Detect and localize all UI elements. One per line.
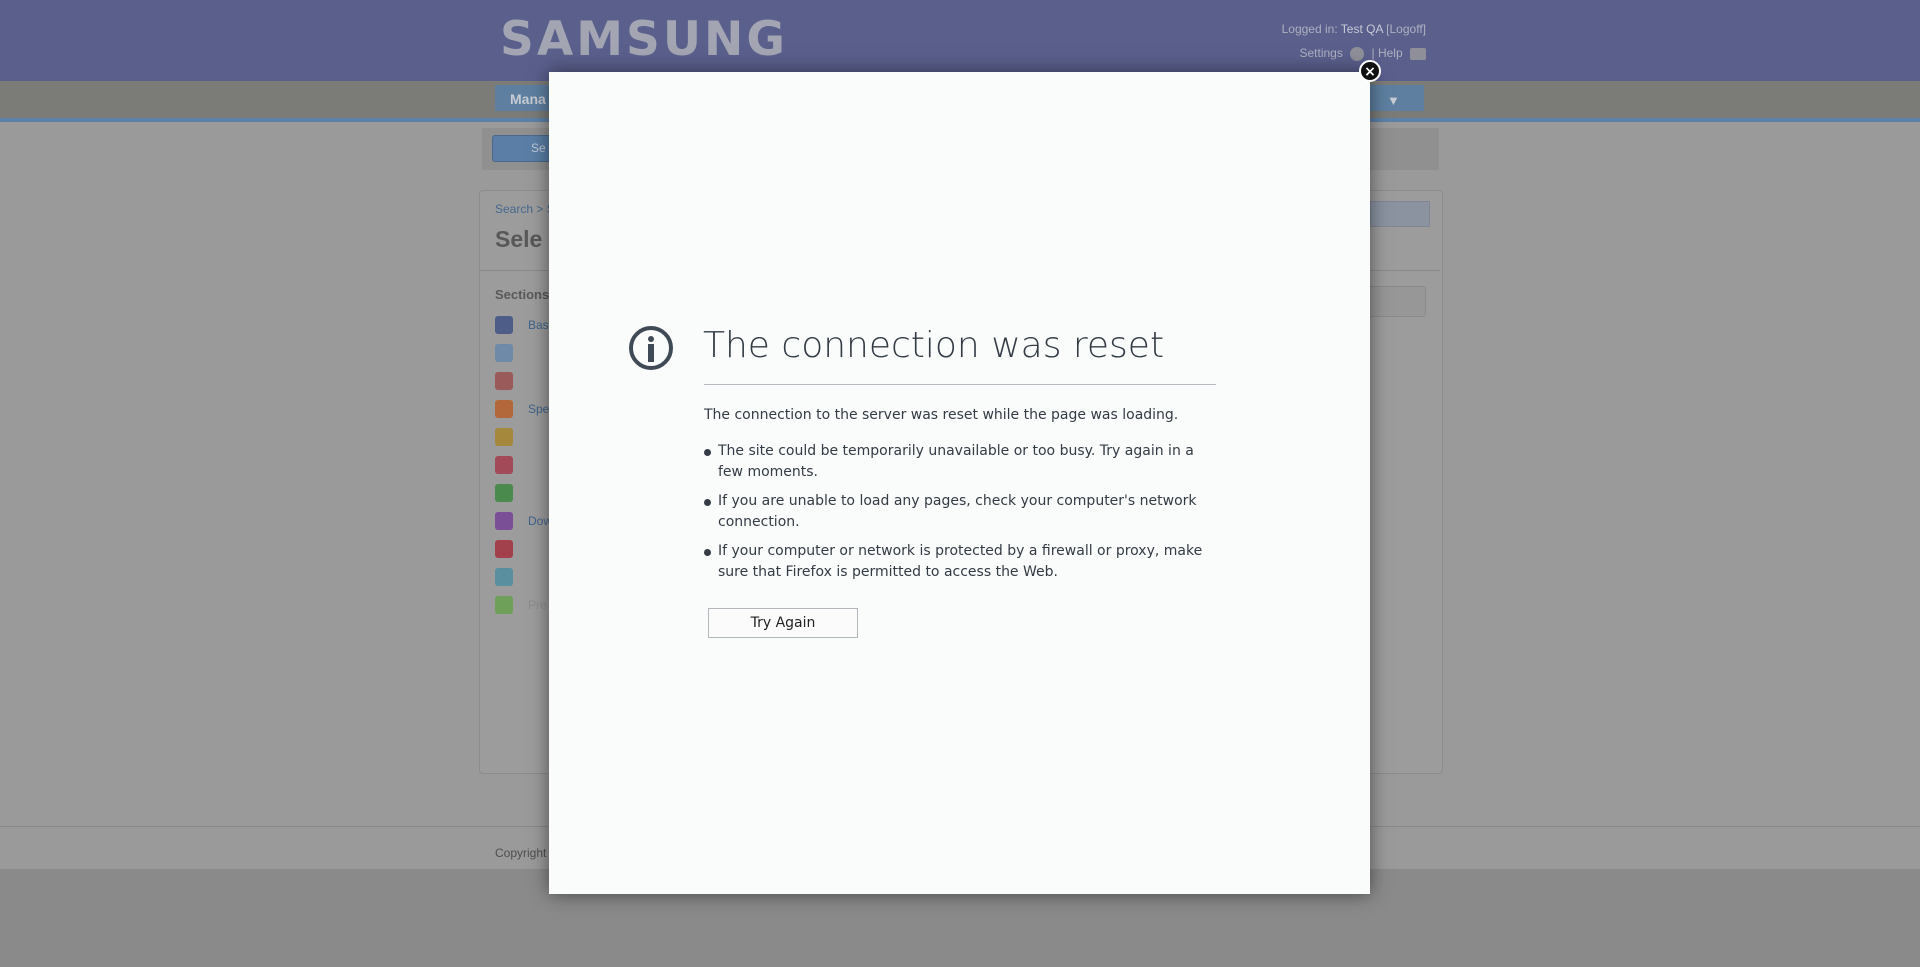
- help-icon[interactable]: [1410, 47, 1426, 60]
- page-title: Sele: [495, 226, 543, 252]
- section-label: Bas: [528, 318, 549, 332]
- section-icon: [495, 456, 513, 474]
- suggestion-item: If your computer or network is protected…: [704, 541, 1216, 583]
- chevron-down-icon: ▼: [1387, 93, 1400, 108]
- suggestion-item: The site could be temporarily unavailabl…: [704, 441, 1216, 483]
- error-description: The connection to the server was reset w…: [704, 407, 1179, 423]
- section-icon: [495, 372, 513, 390]
- settings-link[interactable]: Settings: [1299, 46, 1342, 60]
- view-select[interactable]: [1370, 201, 1430, 227]
- section-icon: [495, 316, 513, 334]
- help-link[interactable]: Help: [1378, 46, 1403, 60]
- samsung-logo: SAMSUNG: [500, 12, 788, 67]
- section-icon: [495, 344, 513, 362]
- title-divider: [704, 384, 1216, 385]
- section-icon: [495, 428, 513, 446]
- suggestion-item: If you are unable to load any pages, che…: [704, 491, 1216, 533]
- try-again-button[interactable]: Try Again: [708, 608, 858, 638]
- site-header: SAMSUNG Logged in: Test QA [Logoff] Sett…: [0, 0, 1920, 81]
- export-dropdown[interactable]: [1362, 286, 1426, 317]
- close-icon[interactable]: ×: [1359, 60, 1381, 82]
- section-icon: [495, 540, 513, 558]
- section-label: Pre: [528, 598, 547, 612]
- breadcrumb[interactable]: Search > S: [495, 202, 555, 216]
- error-title: The connection was reset: [703, 325, 1165, 366]
- logoff-link[interactable]: Logoff: [1390, 22, 1423, 36]
- gear-icon[interactable]: [1350, 46, 1365, 61]
- sections-label: Sections: [495, 287, 550, 302]
- nav-menu-dropdown[interactable]: ▼: [1370, 85, 1424, 111]
- error-suggestions: The site could be temporarily unavailabl…: [704, 441, 1216, 591]
- nav-tab-manage[interactable]: Mana: [495, 85, 555, 111]
- copyright-text: Copyright: [495, 846, 547, 860]
- section-icon: [495, 568, 513, 586]
- section-icon: [495, 596, 513, 614]
- section-icon: [495, 484, 513, 502]
- user-name: Test QA: [1340, 22, 1383, 36]
- logged-in-label: Logged in:: [1281, 22, 1338, 36]
- info-icon: [629, 326, 673, 370]
- user-bar: Logged in: Test QA [Logoff] Settings | H…: [1281, 22, 1426, 61]
- section-label: Spe: [528, 402, 550, 416]
- section-icon: [495, 400, 513, 418]
- section-icon: [495, 512, 513, 530]
